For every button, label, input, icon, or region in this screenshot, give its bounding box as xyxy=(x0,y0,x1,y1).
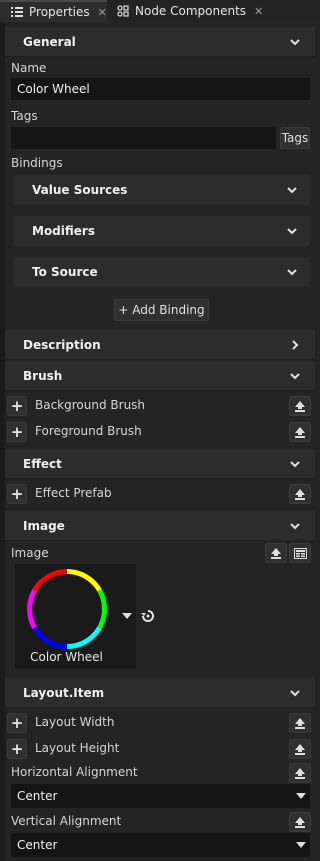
property-row: + Layout Width xyxy=(5,711,315,735)
chevron-down-icon xyxy=(289,520,301,532)
section-title: Image xyxy=(23,518,65,533)
vertical-alignment-select[interactable]: Center xyxy=(11,833,310,857)
upload-icon[interactable] xyxy=(289,484,311,504)
tab-bar: Properties ✕ Node Components ✕ xyxy=(0,0,320,22)
reset-icon[interactable] xyxy=(140,608,156,624)
chevron-right-icon xyxy=(289,339,301,351)
property-row: + Background Brush xyxy=(5,394,315,418)
section-title: Effect xyxy=(23,456,62,471)
list-icon xyxy=(11,6,23,18)
binding-group-modifiers[interactable]: Modifiers xyxy=(14,216,310,246)
image-asset-name: Color Wheel xyxy=(30,650,103,664)
horizontal-alignment-select[interactable]: Center xyxy=(11,784,310,808)
section-header-description[interactable]: Description xyxy=(5,330,315,360)
asset-browser-icon[interactable] xyxy=(289,543,311,563)
property-row: + Foreground Brush xyxy=(5,420,315,444)
upload-icon[interactable] xyxy=(289,739,311,759)
binding-group-title: Modifiers xyxy=(32,224,95,238)
section-header-general[interactable]: General xyxy=(5,27,315,57)
close-icon[interactable]: ✕ xyxy=(98,6,107,19)
components-icon xyxy=(117,5,129,17)
property-label: Layout Width xyxy=(35,715,115,729)
property-label: Effect Prefab xyxy=(35,486,112,500)
tags-button[interactable]: Tags xyxy=(280,127,310,149)
name-label: Name xyxy=(11,61,47,75)
section-title: Layout.Item xyxy=(23,685,105,700)
chevron-down-icon xyxy=(286,225,298,237)
chevron-down-icon xyxy=(286,266,298,278)
chevron-down-icon xyxy=(286,184,298,196)
chevron-down-icon xyxy=(289,458,301,470)
property-label: Layout Height xyxy=(35,741,120,755)
section-title: Description xyxy=(23,337,101,352)
chevron-down-icon xyxy=(289,687,301,699)
bindings-label: Bindings xyxy=(11,156,63,170)
tab-node-components[interactable]: Node Components ✕ xyxy=(115,0,265,22)
name-field[interactable]: Color Wheel xyxy=(11,78,310,100)
chevron-down-icon xyxy=(296,793,306,799)
section-title: Brush xyxy=(23,368,63,383)
tab-node-components-label: Node Components xyxy=(135,4,247,18)
add-icon[interactable]: + xyxy=(7,739,27,759)
upload-icon[interactable] xyxy=(265,543,287,563)
upload-icon[interactable] xyxy=(289,422,311,442)
section-header-brush[interactable]: Brush xyxy=(5,361,315,391)
image-label: Image xyxy=(11,546,49,560)
add-icon[interactable]: + xyxy=(7,396,27,416)
chevron-down-icon xyxy=(289,370,301,382)
tags-field[interactable] xyxy=(11,127,276,149)
upload-icon[interactable] xyxy=(289,396,311,416)
binding-group-title: Value Sources xyxy=(32,183,128,197)
chevron-down-icon xyxy=(289,36,301,48)
close-icon[interactable]: ✕ xyxy=(254,5,263,18)
select-value: Center xyxy=(17,789,58,803)
tab-properties[interactable]: Properties ✕ xyxy=(0,0,107,22)
add-icon[interactable]: + xyxy=(7,422,27,442)
upload-icon[interactable] xyxy=(289,763,311,783)
color-wheel-thumbnail xyxy=(27,569,107,649)
upload-icon[interactable] xyxy=(289,713,311,733)
section-header-image[interactable]: Image xyxy=(5,511,315,541)
horizontal-alignment-label: Horizontal Alignment xyxy=(11,765,138,779)
upload-icon[interactable] xyxy=(289,812,311,832)
section-header-layout-item[interactable]: Layout.Item xyxy=(5,678,315,708)
section-title: General xyxy=(23,34,76,49)
vertical-alignment-label: Vertical Alignment xyxy=(11,814,122,828)
chevron-down-icon xyxy=(296,842,306,848)
tab-properties-label: Properties xyxy=(29,5,90,19)
binding-group-to-source[interactable]: To Source xyxy=(14,257,310,287)
property-label: Background Brush xyxy=(35,398,146,412)
dropdown-arrow-icon[interactable] xyxy=(122,613,132,619)
binding-group-value-sources[interactable]: Value Sources xyxy=(14,175,310,205)
select-value: Center xyxy=(17,838,58,852)
tags-label: Tags xyxy=(11,109,38,123)
property-row: + Layout Height xyxy=(5,737,315,761)
property-row: + Effect Prefab xyxy=(5,482,315,506)
image-preview[interactable]: Color Wheel xyxy=(15,564,136,669)
add-icon[interactable]: + xyxy=(7,713,27,733)
add-binding-button[interactable]: + Add Binding xyxy=(114,299,209,321)
binding-group-title: To Source xyxy=(32,265,98,279)
section-header-effect[interactable]: Effect xyxy=(5,449,315,479)
property-label: Foreground Brush xyxy=(35,424,142,438)
add-icon[interactable]: + xyxy=(7,484,27,504)
